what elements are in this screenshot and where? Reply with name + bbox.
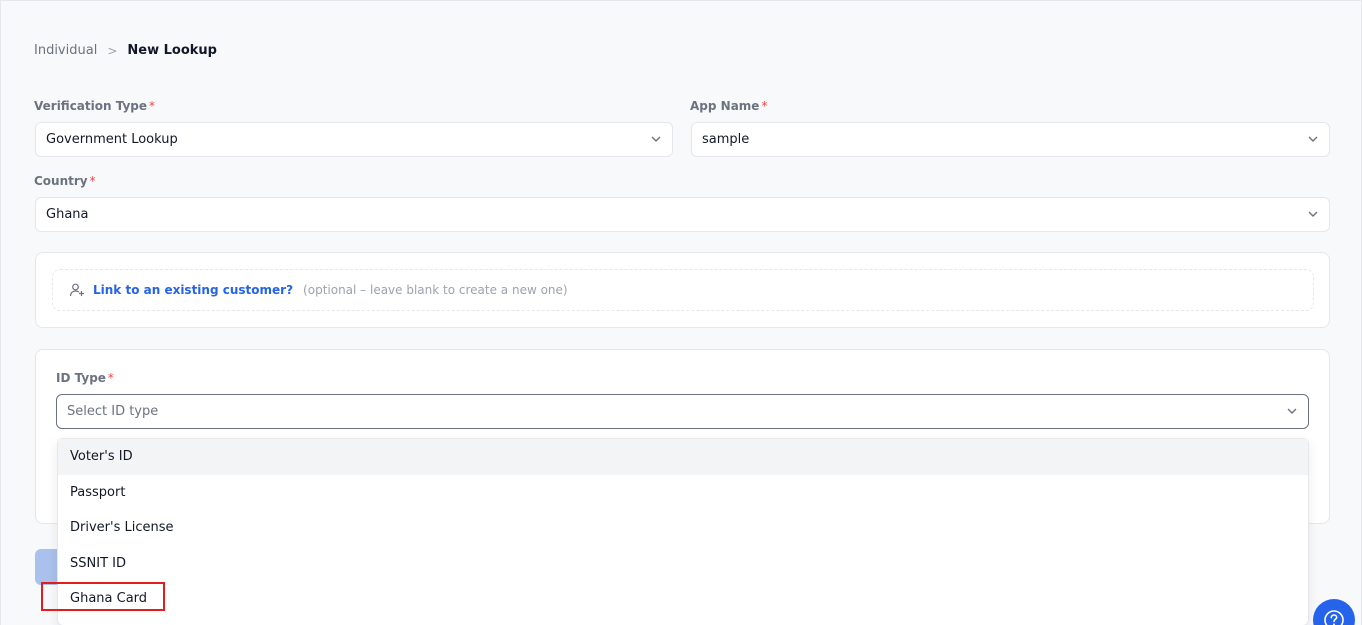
country-select[interactable]: Ghana — [35, 197, 1330, 232]
id-type-option-drivers-license[interactable]: Driver's License — [58, 510, 1308, 546]
chevron-down-icon — [1308, 211, 1318, 217]
id-type-label: ID Type * — [56, 371, 114, 385]
link-customer-link[interactable]: Link to an existing customer? — [93, 283, 293, 297]
link-customer-hint: (optional – leave blank to create a new … — [303, 283, 568, 297]
chevron-down-icon — [1308, 136, 1318, 142]
app-name-label: App Name * — [690, 99, 767, 113]
chevron-down-icon — [651, 136, 661, 142]
breadcrumb-current: New Lookup — [127, 43, 217, 58]
required-marker: * — [761, 99, 768, 113]
id-type-select[interactable]: Select ID type — [56, 394, 1309, 429]
id-type-option-voters-id[interactable]: Voter's ID — [58, 439, 1308, 475]
verification-type-value: Government Lookup — [46, 132, 178, 147]
id-type-label-text: ID Type — [56, 371, 106, 385]
ghana-card-highlight-box — [41, 582, 165, 611]
breadcrumb-individual[interactable]: Individual — [34, 43, 97, 58]
page: Individual > New Lookup Verification Typ… — [0, 0, 1362, 625]
id-type-placeholder: Select ID type — [67, 404, 159, 419]
id-type-dropdown: Voter's ID Passport Driver's License SSN… — [57, 438, 1309, 625]
help-button[interactable] — [1313, 599, 1355, 625]
verification-type-select[interactable]: Government Lookup — [35, 122, 673, 157]
breadcrumb-separator: > — [107, 43, 118, 58]
country-label: Country * — [34, 174, 96, 188]
required-marker: * — [89, 174, 96, 188]
help-icon — [1324, 610, 1344, 625]
app-name-value: sample — [702, 132, 750, 147]
link-customer-box[interactable]: Link to an existing customer? (optional … — [52, 269, 1314, 311]
id-type-option-passport[interactable]: Passport — [58, 475, 1308, 511]
submit-button[interactable] — [35, 549, 57, 585]
user-plus-icon — [69, 283, 84, 297]
breadcrumb: Individual > New Lookup — [34, 43, 217, 58]
verification-type-label-text: Verification Type — [34, 99, 148, 113]
id-type-option-ghana-card[interactable]: Ghana Card — [58, 581, 1308, 617]
required-marker: * — [107, 371, 114, 385]
app-name-select[interactable]: sample — [691, 122, 1330, 157]
app-name-label-text: App Name — [690, 99, 760, 113]
country-label-text: Country — [34, 174, 88, 188]
required-marker: * — [149, 99, 156, 113]
chevron-down-icon — [1287, 408, 1297, 414]
verification-type-label: Verification Type * — [34, 99, 155, 113]
id-type-option-ssnit-id[interactable]: SSNIT ID — [58, 546, 1308, 582]
country-value: Ghana — [46, 207, 89, 222]
